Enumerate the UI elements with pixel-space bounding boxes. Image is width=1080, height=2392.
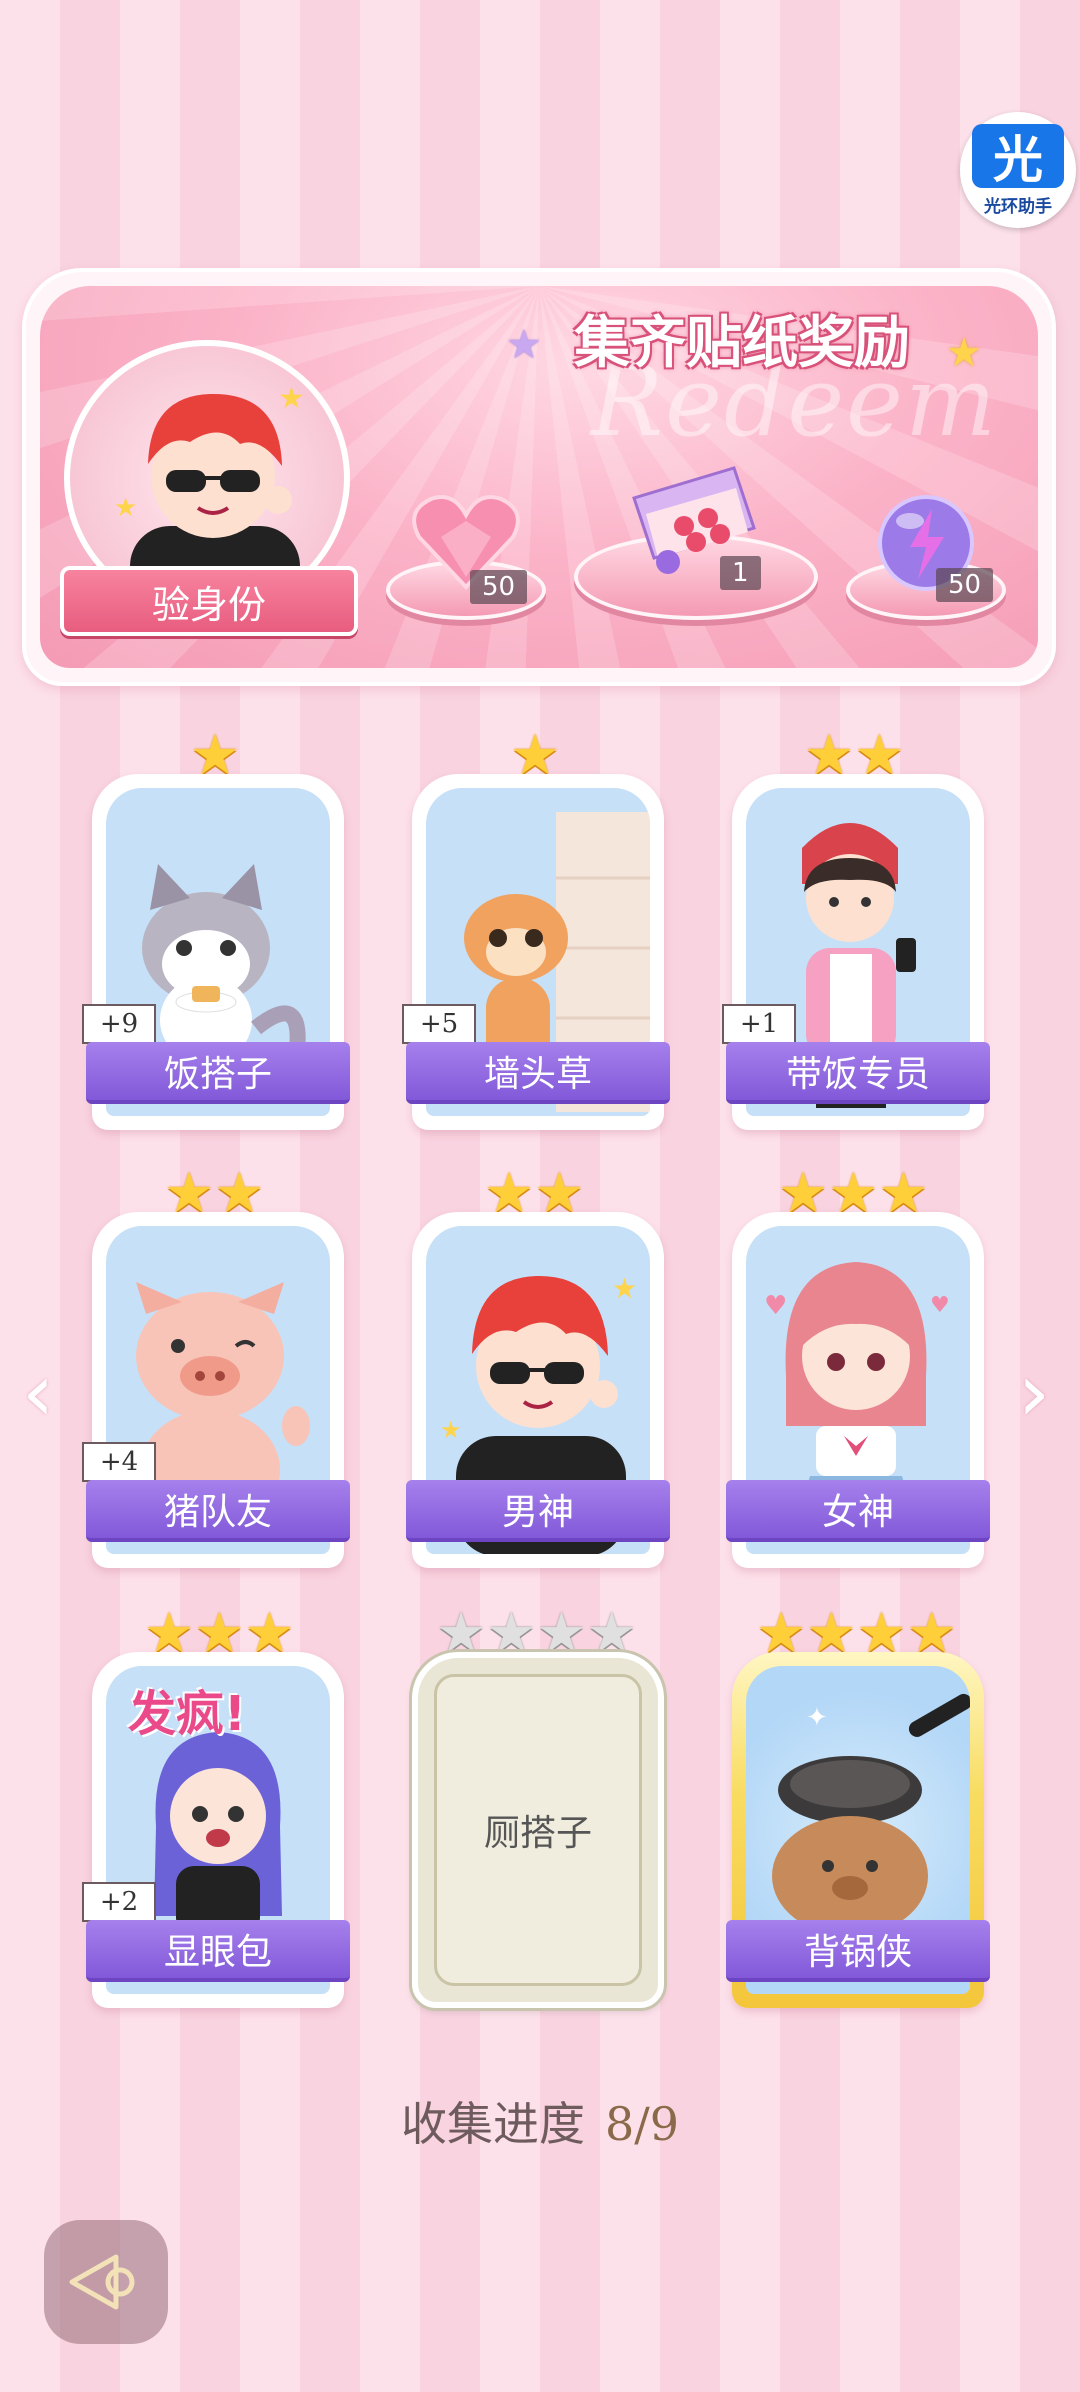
sticker-card[interactable]: +9 饭搭子	[82, 774, 350, 1130]
locked-sticker-name: 厕搭子	[434, 1674, 642, 1986]
svg-text:★: ★	[440, 1416, 462, 1444]
reward-lightning-orb[interactable]: 50	[868, 488, 994, 602]
svg-text:♥: ♥	[930, 1293, 950, 1318]
sticker-name: 背锅侠	[726, 1920, 990, 1982]
duplicate-count-tag: +2	[82, 1882, 156, 1922]
sticker-name: 墙头草	[406, 1042, 670, 1104]
duplicate-count-tag: +1	[722, 1004, 796, 1044]
prev-page-arrow-icon[interactable]: ‹	[22, 1353, 72, 1433]
star-deco-icon: ★	[506, 322, 542, 368]
back-arrow-icon	[69, 2254, 135, 2310]
sticker-name: 饭搭子	[86, 1042, 350, 1104]
sticker-name: 男神	[406, 1480, 670, 1542]
svg-text:✦: ✦	[806, 1703, 828, 1733]
reward-count: 50	[470, 570, 528, 604]
back-button[interactable]	[44, 2220, 168, 2344]
sticker-card[interactable]: ★ ★ 男神	[406, 1212, 670, 1568]
sticker-name: 女神	[726, 1480, 990, 1542]
svg-text:★: ★	[278, 381, 305, 416]
sticker-card[interactable]: +5 墙头草	[402, 774, 670, 1130]
star-deco-icon: ★	[946, 330, 982, 376]
next-page-arrow-icon[interactable]: ›	[1018, 1353, 1068, 1433]
sticker-card[interactable]: +4 猪队友	[82, 1212, 350, 1568]
sticker-card[interactable]: ♥ ♥ 女神	[726, 1212, 990, 1568]
duplicate-count-tag: +9	[82, 1004, 156, 1044]
verify-identity-button[interactable]: 验身份	[60, 566, 358, 636]
helper-caption: 光环助手	[984, 196, 1052, 217]
collection-progress: 收集进度 8/9	[0, 2088, 1080, 2154]
reward-count: 50	[936, 568, 994, 602]
sticker-card[interactable]: +1 带饭专员	[722, 774, 990, 1130]
duplicate-count-tag: +5	[402, 1004, 476, 1044]
banner-title: 集齐贴纸奖励	[574, 310, 910, 376]
helper-logo-icon: 光	[972, 123, 1064, 189]
svg-text:♥: ♥	[764, 1291, 787, 1321]
progress-label: 收集进度	[400, 2097, 585, 2151]
sticker-name: 猪队友	[86, 1480, 350, 1542]
sticker-text: 发疯!	[128, 1686, 246, 1742]
sticker-card-gold[interactable]: ✦ 背锅侠	[726, 1652, 990, 2008]
svg-text:★: ★	[612, 1272, 637, 1305]
locked-sticker-card[interactable]: 厕搭子	[412, 1652, 664, 2008]
progress-value: 8/9	[604, 2097, 680, 2151]
helper-badge[interactable]: 光 光环助手	[960, 112, 1076, 228]
sticker-name: 带饭专员	[726, 1042, 990, 1104]
reward-gift-box[interactable]: 1	[624, 448, 764, 590]
sticker-name: 显眼包	[86, 1920, 350, 1982]
reward-heart-gem[interactable]: 50	[408, 486, 528, 604]
svg-text:★: ★	[114, 493, 137, 523]
sticker-card[interactable]: 发疯! +2 显眼包	[82, 1652, 350, 2008]
reward-count: 1	[720, 556, 761, 590]
duplicate-count-tag: +4	[82, 1442, 156, 1482]
